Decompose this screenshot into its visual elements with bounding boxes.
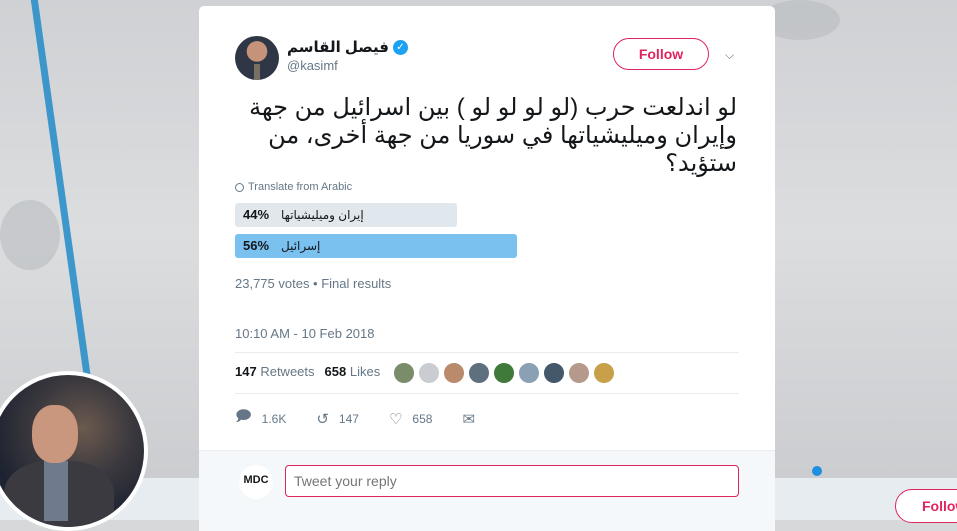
tweet-text: لو اندلعت حرب (لو لو لو لو ) بين اسرائيل… xyxy=(249,94,737,177)
retweets-label: Retweets xyxy=(260,364,315,379)
liker-avatar[interactable] xyxy=(468,362,490,384)
like-action[interactable]: ♡ 658 xyxy=(389,410,432,428)
dm-action[interactable]: ✉ xyxy=(462,410,475,428)
tweet-header: فيصل القاسم ✓ @kasimf Follow ⌵ xyxy=(235,36,755,86)
poll-option-1: 44% إيران وميليشياتها xyxy=(235,203,457,227)
chevron-down-icon[interactable]: ⌵ xyxy=(725,48,734,63)
author-handle[interactable]: @kasimf xyxy=(287,58,338,73)
reply-avatar[interactable]: MDC xyxy=(239,465,273,499)
translate-link[interactable]: Translate from Arabic xyxy=(235,181,352,193)
background-dot xyxy=(812,466,822,476)
liker-avatar[interactable] xyxy=(568,362,590,384)
reply-bar: MDC xyxy=(199,450,775,531)
likes-count: 658 xyxy=(324,364,347,379)
reply-count: 1.6K xyxy=(261,411,287,426)
avatar-tie xyxy=(254,64,260,80)
reply-action[interactable]: 🗩 1.6K xyxy=(235,406,286,431)
liker-avatar[interactable] xyxy=(443,362,465,384)
author-name[interactable]: فيصل القاسم xyxy=(287,38,389,56)
globe-icon xyxy=(235,182,244,192)
tweet-actions: 🗩 1.6K ↺ 147 ♡ 658 ✉ xyxy=(235,406,505,431)
author-avatar[interactable] xyxy=(235,36,279,80)
liker-avatar[interactable] xyxy=(418,362,440,384)
like-count: 658 xyxy=(412,411,433,426)
liker-avatar[interactable] xyxy=(593,362,615,384)
divider xyxy=(235,352,739,353)
retweets-count: 147 xyxy=(235,364,257,379)
translate-label[interactable]: Translate from Arabic xyxy=(248,181,352,193)
tweet-timestamp[interactable]: 10:10 AM - 10 Feb 2018 xyxy=(235,326,374,341)
poll-option-label: إيران وميليشياتها xyxy=(281,208,364,222)
reply-icon[interactable]: 🗩 xyxy=(235,406,252,431)
retweets-stat[interactable]: 147 Retweets xyxy=(235,364,315,379)
reply-input[interactable] xyxy=(285,465,739,497)
verified-badge-icon: ✓ xyxy=(393,39,408,55)
tweet-card: فيصل القاسم ✓ @kasimf Follow ⌵ لو اندلعت… xyxy=(199,6,775,531)
background-follow-button[interactable]: Follow xyxy=(895,489,957,523)
poll-option-percent: 44% xyxy=(243,207,270,222)
likes-stat[interactable]: 658 Likes xyxy=(325,364,381,379)
poll-option-label: إسرائيل xyxy=(281,239,321,253)
tweet-stats: 147 Retweets 658 Likes xyxy=(235,364,380,379)
divider xyxy=(235,393,739,394)
author-name-row[interactable]: فيصل القاسم ✓ xyxy=(287,38,408,56)
avatar-face xyxy=(32,405,78,463)
retweet-count: 147 xyxy=(338,411,359,426)
mail-icon[interactable]: ✉ xyxy=(462,410,475,428)
liker-avatar[interactable] xyxy=(543,362,565,384)
likers-avatars xyxy=(393,362,615,384)
poll-option-2: 56% إسرائيل xyxy=(235,234,517,258)
retweet-action[interactable]: ↺ 147 xyxy=(316,410,359,428)
avatar-shirt xyxy=(44,461,68,521)
poll-votes-summary: 23,775 votes • Final results xyxy=(235,276,392,291)
follow-button[interactable]: Follow xyxy=(613,38,709,70)
liker-avatar[interactable] xyxy=(393,362,415,384)
liker-avatar[interactable] xyxy=(493,362,515,384)
likes-label: Likes xyxy=(349,364,381,379)
poll-option-percent: 56% xyxy=(243,238,270,253)
liker-avatar[interactable] xyxy=(518,362,540,384)
heart-icon[interactable]: ♡ xyxy=(389,410,402,428)
background-shape xyxy=(0,200,60,270)
retweet-icon[interactable]: ↺ xyxy=(316,410,329,428)
